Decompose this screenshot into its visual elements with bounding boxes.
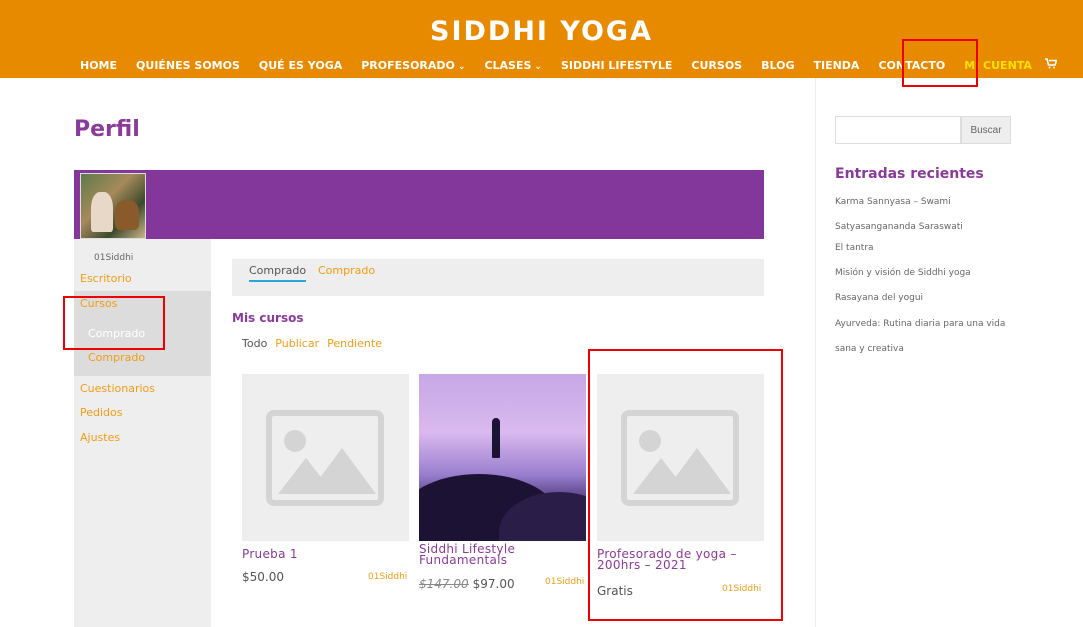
search-button[interactable]: Buscar — [961, 116, 1011, 144]
highlight-box-course — [588, 349, 783, 621]
menu-ajustes[interactable]: Ajustes — [80, 431, 120, 444]
tab-comprado[interactable]: Comprado — [318, 264, 375, 277]
nav-clases-label: CLASES — [484, 58, 532, 72]
nav-cursos[interactable]: CURSOS — [691, 59, 742, 72]
course-author[interactable]: 01Siddhi — [368, 572, 407, 582]
course-thumbnail-placeholder[interactable] — [242, 374, 409, 541]
filter-pendiente[interactable]: Pendiente — [327, 337, 382, 350]
course-thumbnail-image[interactable] — [419, 374, 586, 541]
recent-post-link[interactable]: El tantra — [835, 236, 1015, 261]
sidebar-divider — [815, 78, 816, 627]
course-title[interactable]: Prueba 1 — [242, 548, 298, 560]
menu-cuestionarios[interactable]: Cuestionarios — [80, 382, 155, 395]
recent-post-link[interactable]: Misión y visión de Siddhi yoga — [835, 261, 1015, 286]
image-placeholder-icon — [266, 410, 384, 506]
cart-icon[interactable] — [1044, 58, 1058, 72]
chevron-down-icon: ⌄ — [534, 61, 542, 72]
tab-comprado-active[interactable]: Comprado — [249, 264, 307, 282]
nav-siddhi-lifestyle[interactable]: SIDDHI LIFESTYLE — [561, 59, 672, 72]
highlight-box-cursos — [63, 296, 165, 350]
nav-quienes-somos[interactable]: QUIÉNES SOMOS — [136, 59, 240, 72]
profile-username: 01Siddhi — [94, 253, 134, 263]
course-new-price: $97.00 — [472, 577, 515, 591]
profile-cover — [74, 170, 764, 239]
page-title: Perfil — [74, 117, 140, 142]
recent-post-link[interactable]: Karma Sannyasa – Swami Satyasangananda S… — [835, 190, 1015, 240]
course-price: $50.00 — [242, 570, 284, 584]
nav-que-es-yoga[interactable]: QUÉ ES YOGA — [259, 59, 342, 72]
chevron-down-icon: ⌄ — [457, 61, 466, 72]
section-title-mis-cursos: Mis cursos — [232, 311, 304, 325]
nav-clases[interactable]: CLASES ⌄ — [484, 59, 542, 72]
recent-posts-title: Entradas recientes — [835, 166, 984, 182]
recent-post-link[interactable]: Ayurveda: Rutina diaria para una vida sa… — [835, 312, 1015, 362]
course-price: $147.00 $97.00 — [419, 577, 515, 591]
avatar-person — [91, 192, 113, 232]
filter-todo[interactable]: Todo — [242, 337, 267, 350]
filter-publicar[interactable]: Publicar — [275, 337, 319, 350]
course-title[interactable]: Siddhi Lifestyle Fundamentals — [419, 543, 515, 567]
course-title-line: Fundamentals — [419, 553, 508, 567]
nav-tienda[interactable]: TIENDA — [813, 59, 859, 72]
menu-pedidos[interactable]: Pedidos — [80, 406, 123, 419]
nav-home[interactable]: HOME — [80, 59, 117, 72]
recent-post-link[interactable]: Rasayana del yogui — [835, 286, 1015, 311]
avatar[interactable] — [80, 173, 146, 239]
avatar-dog — [115, 200, 139, 230]
highlight-box-mi-cuenta — [902, 39, 978, 87]
thumbnail-figure — [492, 418, 500, 458]
nav-blog[interactable]: BLOG — [761, 59, 794, 72]
menu-escritorio[interactable]: Escritorio — [80, 272, 132, 285]
course-filters: Todo Publicar Pendiente — [242, 337, 390, 350]
course-tabs-bar — [232, 259, 764, 296]
course-author[interactable]: 01Siddhi — [545, 577, 584, 587]
course-old-price: $147.00 — [419, 577, 469, 591]
nav-profesorado[interactable]: PROFESORADO ⌄ — [361, 59, 465, 72]
menu-cursos-comprado-2[interactable]: Comprado — [88, 351, 145, 364]
nav-profesorado-label: PROFESORADO — [361, 58, 455, 72]
search-input[interactable] — [835, 116, 961, 144]
